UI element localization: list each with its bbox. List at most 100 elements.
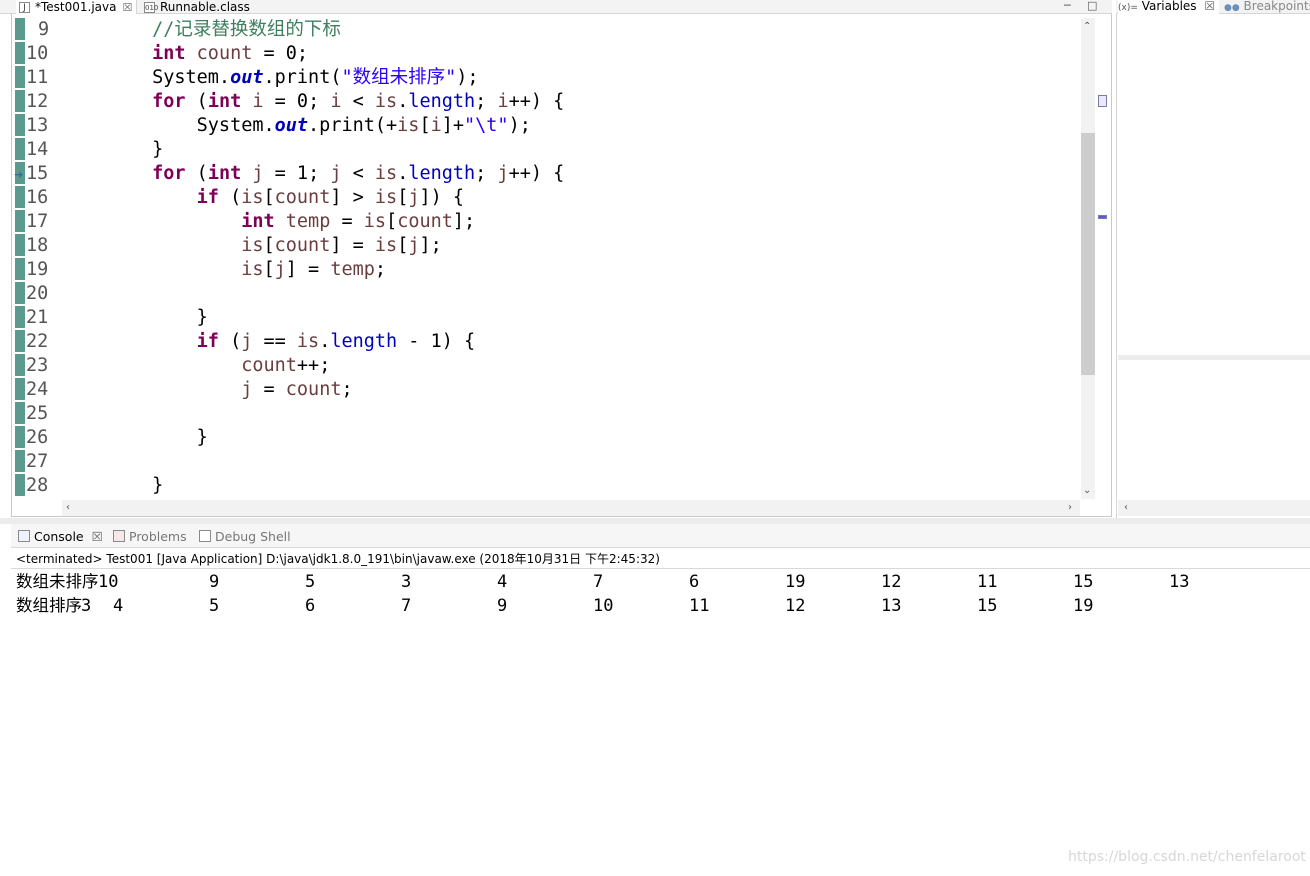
- output-label: 数组排序: [16, 596, 82, 615]
- code-line[interactable]: int count = 0;: [63, 42, 308, 66]
- code-line[interactable]: for (int i = 0; i < is.length; i++) {: [63, 90, 564, 114]
- output-value: 12: [881, 572, 902, 592]
- line-number: 18: [26, 235, 49, 256]
- output-value: 15: [977, 596, 998, 616]
- code-token: length: [408, 91, 476, 112]
- tab-test001-java[interactable]: J *Test001.java ☒: [16, 0, 137, 14]
- code-line[interactable]: is[count] = is[j];: [63, 234, 442, 258]
- code-token: is: [296, 331, 320, 352]
- scroll-right-icon[interactable]: ›: [1068, 503, 1072, 513]
- close-icon[interactable]: ☒: [123, 1, 133, 14]
- code-line[interactable]: is[j] = temp;: [63, 258, 386, 282]
- output-value: 12: [785, 596, 806, 616]
- tab-label: Runnable.class: [160, 0, 250, 14]
- code-token: j: [497, 163, 509, 184]
- console-output[interactable]: [11, 548, 1310, 876]
- tab-breakpoints[interactable]: ●● Breakpoints: [1224, 0, 1310, 14]
- code-token: [: [397, 187, 409, 208]
- breakpoint-marker-icon[interactable]: ➜: [14, 168, 23, 181]
- code-token: [: [397, 235, 409, 256]
- class-file-icon: 010: [144, 1, 159, 13]
- tab-problems[interactable]: Problems: [113, 528, 187, 546]
- code-token: ] >: [330, 187, 375, 208]
- code-line[interactable]: System.out.print("数组未排序");: [63, 66, 478, 90]
- code-token: count: [274, 235, 331, 256]
- code-token: ;: [475, 91, 498, 112]
- code-token: int: [207, 91, 242, 112]
- code-token: is: [241, 235, 264, 256]
- scroll-left-icon[interactable]: ‹: [1124, 503, 1128, 513]
- code-token: =: [252, 379, 286, 400]
- code-token: j: [408, 187, 420, 208]
- line-number: 24: [26, 379, 49, 400]
- line-number: 28: [26, 475, 49, 496]
- code-line[interactable]: System.out.print(+is[i]+"\t");: [63, 114, 531, 138]
- code-token: [: [263, 259, 275, 280]
- horizontal-scrollbar[interactable]: [62, 500, 1080, 516]
- horizontal-scrollbar[interactable]: [1118, 500, 1310, 516]
- code-line[interactable]: //记录替换数组的下标: [63, 18, 341, 42]
- line-number: 17: [26, 211, 49, 232]
- code-line[interactable]: j = count;: [63, 378, 352, 402]
- tab-label: Debug Shell: [215, 529, 291, 544]
- tab-console[interactable]: Console ☒: [18, 528, 103, 546]
- code-line[interactable]: if (is[count] > is[j]) {: [63, 186, 464, 210]
- output-value: 15: [1073, 572, 1094, 592]
- change-ruler: [15, 18, 25, 498]
- overview-ruler-mark[interactable]: [1098, 215, 1107, 219]
- tab-debug-shell[interactable]: Debug Shell: [199, 528, 291, 546]
- code-token: = 1;: [263, 163, 331, 184]
- code-token: ] =: [330, 235, 375, 256]
- code-line[interactable]: }: [63, 426, 208, 450]
- tab-runnable-class[interactable]: 010 Runnable.class: [141, 0, 271, 14]
- output-value: 3: [401, 572, 412, 592]
- close-icon[interactable]: ☒: [92, 529, 103, 544]
- code-line[interactable]: count++;: [63, 354, 330, 378]
- code-token: = 0;: [263, 91, 331, 112]
- code-line[interactable]: }: [63, 474, 163, 498]
- code-token: [: [419, 115, 431, 136]
- output-value: 10: [98, 572, 119, 592]
- scroll-left-icon[interactable]: ‹: [66, 503, 70, 513]
- scrollbar-thumb[interactable]: [1081, 133, 1095, 375]
- scroll-up-icon[interactable]: ⌃: [1083, 22, 1091, 32]
- minimize-icon[interactable]: ─: [1064, 0, 1071, 11]
- tab-variables[interactable]: (x)= Variables ☒: [1118, 0, 1220, 14]
- code-token: out: [230, 67, 264, 88]
- panel-divider[interactable]: [1118, 355, 1310, 360]
- code-token: .print(: [263, 67, 342, 88]
- code-token: ];: [419, 235, 442, 256]
- code-token: int: [241, 211, 275, 232]
- code-line[interactable]: }: [63, 138, 163, 162]
- code-line[interactable]: if (j == is.length - 1) {: [63, 330, 475, 354]
- code-token: ++) {: [508, 91, 565, 112]
- code-token: count: [274, 187, 331, 208]
- output-value: 3: [81, 596, 92, 616]
- code-token: ;: [374, 259, 387, 280]
- code-token: (: [218, 331, 242, 352]
- variables-panel: [1116, 0, 1310, 518]
- output-value: 6: [305, 596, 316, 616]
- line-number: 23: [26, 355, 49, 376]
- line-number: 26: [26, 427, 49, 448]
- close-icon[interactable]: ☒: [1204, 0, 1215, 13]
- code-line[interactable]: }: [63, 306, 208, 330]
- code-token: [: [263, 187, 275, 208]
- code-token: i: [330, 91, 342, 112]
- overview-ruler-mark[interactable]: [1098, 95, 1107, 107]
- line-number: 12: [26, 91, 49, 112]
- scroll-down-icon[interactable]: ⌄: [1083, 486, 1091, 496]
- maximize-icon[interactable]: □: [1087, 0, 1097, 11]
- code-token: i: [430, 115, 442, 136]
- console-icon: [18, 530, 30, 542]
- code-line[interactable]: for (int j = 1; j < is.length; j++) {: [63, 162, 564, 186]
- code-token: is: [374, 91, 398, 112]
- code-token: }: [196, 427, 208, 448]
- output-value: 5: [305, 572, 316, 592]
- code-token: if: [196, 187, 219, 208]
- code-line[interactable]: int temp = is[count];: [63, 210, 475, 234]
- code-token: temp: [330, 259, 375, 280]
- code-token: is: [363, 211, 387, 232]
- code-token: i: [252, 91, 264, 112]
